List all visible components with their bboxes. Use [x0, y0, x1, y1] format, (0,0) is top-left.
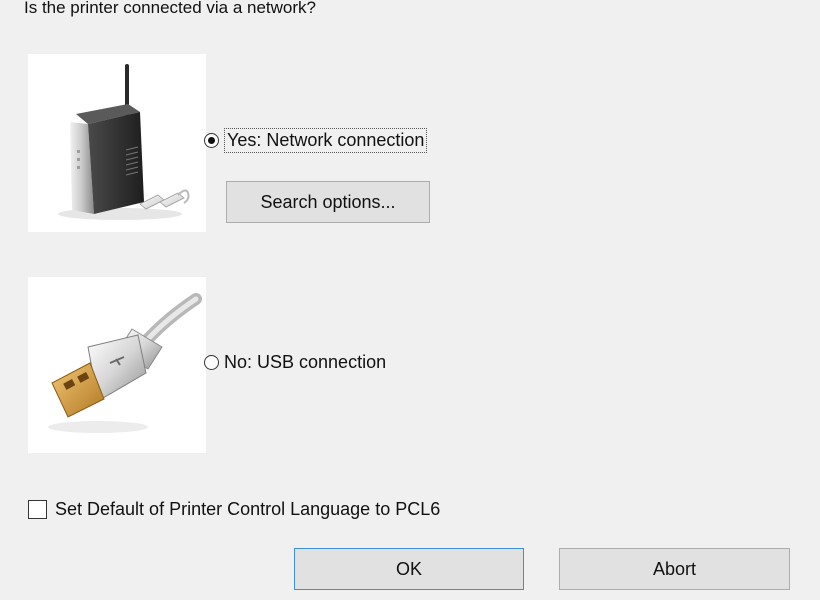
- radio-network-connection[interactable]: Yes: Network connection: [204, 128, 428, 153]
- abort-button[interactable]: Abort: [559, 548, 790, 590]
- radio-network-label[interactable]: Yes: Network connection: [224, 128, 428, 153]
- usb-illustration: [28, 277, 206, 453]
- pcl6-default-checkbox-row[interactable]: Set Default of Printer Control Language …: [28, 499, 440, 520]
- ok-button[interactable]: OK: [294, 548, 524, 590]
- printer-connection-dialog: Is the printer connected via a network?: [0, 0, 820, 600]
- network-illustration: [28, 54, 206, 232]
- pcl6-default-checkbox[interactable]: [28, 500, 47, 519]
- connection-question: Is the printer connected via a network?: [24, 0, 316, 17]
- search-options-button[interactable]: Search options...: [226, 181, 430, 223]
- usb-plug-icon: [48, 293, 202, 433]
- pcl6-default-label[interactable]: Set Default of Printer Control Language …: [55, 499, 440, 520]
- radio-usb-button[interactable]: [204, 355, 219, 370]
- radio-usb-label[interactable]: No: USB connection: [224, 352, 386, 373]
- radio-network-button[interactable]: [204, 133, 219, 148]
- radio-usb-connection[interactable]: No: USB connection: [204, 352, 386, 373]
- router-icon: [58, 64, 190, 220]
